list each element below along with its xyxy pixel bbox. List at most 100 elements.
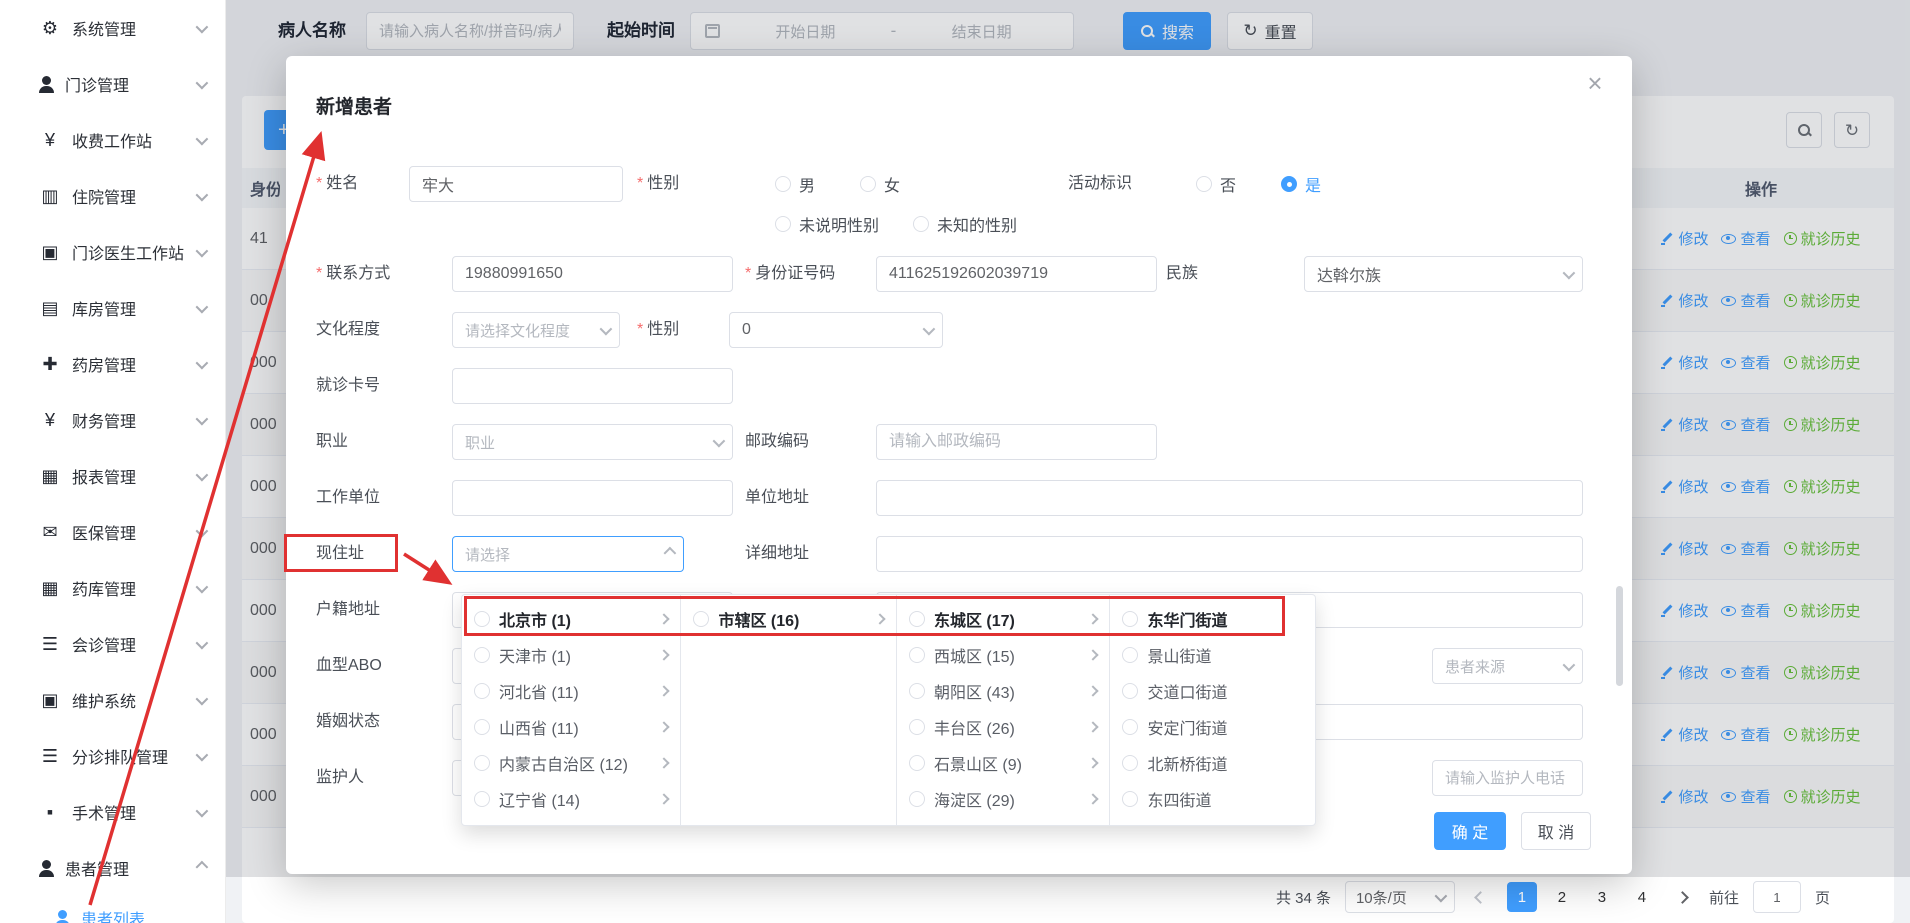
radio-icon[interactable]	[1122, 647, 1138, 663]
cascader-option[interactable]: 石景山区 (9)	[897, 745, 1110, 781]
page-button-2[interactable]: 2	[1547, 882, 1577, 912]
radio-icon[interactable]	[1122, 755, 1138, 771]
chevron-down-icon	[923, 322, 936, 335]
detail-address-input[interactable]	[876, 536, 1583, 572]
radio-icon[interactable]	[909, 719, 925, 735]
modal-scrollbar[interactable]	[1616, 586, 1623, 686]
sidebar-item-1[interactable]: ⚙ 系统管理	[0, 0, 225, 56]
confirm-button[interactable]: 确 定	[1434, 812, 1506, 850]
contact-input[interactable]	[452, 256, 733, 292]
sidebar-item-8[interactable]: ¥ 财务管理	[0, 392, 225, 448]
sidebar-item-5[interactable]: ▣ 门诊医生工作站	[0, 224, 225, 280]
cascader-option[interactable]: 辽宁省 (14)	[462, 781, 680, 817]
sidebar-item-4[interactable]: ▥ 住院管理	[0, 168, 225, 224]
cascader-option[interactable]: 山西省 (11)	[462, 709, 680, 745]
cascader-option[interactable]: 西城区 (15)	[897, 637, 1110, 673]
prev-page-button[interactable]	[1469, 893, 1493, 902]
cascader-option[interactable]: 河北省 (11)	[462, 673, 680, 709]
page-size-select[interactable]: 10条/页	[1345, 881, 1455, 913]
radio-icon	[1281, 176, 1297, 192]
required-asterisk: *	[316, 265, 322, 282]
radio-icon[interactable]	[909, 647, 925, 663]
cascader-option[interactable]: 内蒙古自治区 (12)	[462, 745, 680, 781]
cascader-option[interactable]: 市辖区 (16)	[681, 601, 896, 637]
radio-icon[interactable]	[474, 755, 490, 771]
postcode-input[interactable]	[876, 424, 1157, 460]
sidebar-item-16[interactable]: 患者管理	[0, 840, 225, 896]
radio-icon	[775, 176, 791, 192]
cascader-option[interactable]: 北新桥街道	[1110, 745, 1315, 781]
cancel-button[interactable]: 取 消	[1521, 812, 1591, 850]
chevron-right-icon	[874, 613, 885, 624]
work-unit-input[interactable]	[452, 480, 733, 516]
radio-female[interactable]: 女	[860, 166, 900, 202]
cascader-option[interactable]: 交道口街道	[1110, 673, 1315, 709]
radio-icon[interactable]	[1122, 719, 1138, 735]
radio-icon[interactable]	[1122, 611, 1138, 627]
cascader-option[interactable]: 东城区 (17)	[897, 601, 1110, 637]
page-button-1[interactable]: 1	[1507, 882, 1537, 912]
radio-icon[interactable]	[474, 683, 490, 699]
cascader-option[interactable]: 安定门街道	[1110, 709, 1315, 745]
unit-address-input[interactable]	[876, 480, 1583, 516]
sidebar-item-11[interactable]: ▦ 药库管理	[0, 560, 225, 616]
cascader-option[interactable]: 景山街道	[1110, 637, 1315, 673]
sidebar-item-13[interactable]: ▣ 维护系统	[0, 672, 225, 728]
sidebar-item-15[interactable]: ▪ 手术管理	[0, 784, 225, 840]
sidebar-item-3[interactable]: ¥ 收费工作站	[0, 112, 225, 168]
occupation-select[interactable]: 职业	[452, 424, 733, 460]
name-input[interactable]	[409, 166, 623, 202]
radio-icon[interactable]	[474, 611, 490, 627]
close-icon[interactable]	[1580, 68, 1610, 98]
current-address-cascader[interactable]: 请选择	[452, 536, 684, 572]
page-button-3[interactable]: 3	[1587, 882, 1617, 912]
sidebar-item-10[interactable]: ✉ 医保管理	[0, 504, 225, 560]
card-number-input[interactable]	[452, 368, 733, 404]
cascader-option[interactable]: 北京市 (1)	[462, 601, 680, 637]
patient-source-select[interactable]: 患者来源	[1432, 648, 1583, 684]
cascader-option[interactable]: 丰台区 (26)	[897, 709, 1110, 745]
radio-gender-unstated[interactable]: 未说明性别	[775, 206, 879, 242]
chevron-right-icon	[1088, 757, 1099, 768]
sidebar-item-6[interactable]: ▤ 库房管理	[0, 280, 225, 336]
monitor-icon: ▣	[38, 690, 62, 711]
radio-icon[interactable]	[1122, 791, 1138, 807]
sidebar-item-2[interactable]: 门诊管理	[0, 56, 225, 112]
chevron-right-icon	[1677, 891, 1690, 904]
next-page-button[interactable]	[1671, 893, 1695, 902]
cascader-option[interactable]: 朝阳区 (43)	[897, 673, 1110, 709]
radio-active-yes[interactable]: 是	[1281, 166, 1321, 202]
sidebar-item-7[interactable]: ✚ 药房管理	[0, 336, 225, 392]
radio-icon[interactable]	[909, 683, 925, 699]
cascader-option[interactable]: 东华门街道	[1110, 601, 1315, 637]
page-button-4[interactable]: 4	[1627, 882, 1657, 912]
education-select[interactable]: 请选择文化程度	[452, 312, 620, 348]
chevron-down-icon	[196, 804, 209, 817]
radio-icon[interactable]	[1122, 683, 1138, 699]
cascader-option[interactable]: 东四街道	[1110, 781, 1315, 817]
radio-icon[interactable]	[909, 611, 925, 627]
ethnicity-select[interactable]: 达斡尔族	[1304, 256, 1583, 292]
goto-page-input[interactable]	[1753, 881, 1801, 913]
radio-icon[interactable]	[474, 647, 490, 663]
sidebar-item-14[interactable]: ☰ 分诊排队管理	[0, 728, 225, 784]
cascader-option[interactable]: 天津市 (1)	[462, 637, 680, 673]
cascader-option[interactable]: 海淀区 (29)	[897, 781, 1110, 817]
radio-gender-unknown[interactable]: 未知的性别	[913, 206, 1017, 242]
id-number-input[interactable]	[876, 256, 1157, 292]
radio-icon[interactable]	[909, 791, 925, 807]
radio-active-no[interactable]: 否	[1196, 166, 1236, 202]
pagination-bar: 共 34 条 10条/页 1234 前往 页	[1276, 879, 1830, 915]
radio-icon[interactable]	[693, 611, 709, 627]
gender2-select[interactable]: 0	[729, 312, 943, 348]
radio-icon[interactable]	[909, 755, 925, 771]
chart-icon: ▥	[38, 186, 62, 207]
radio-icon[interactable]	[474, 719, 490, 735]
cascader-column-4: 东华门街道 景山街道 交道口街道 安定门街道 北新桥街道 东四街道	[1110, 595, 1315, 825]
sidebar-item-12[interactable]: ☰ 会诊管理	[0, 616, 225, 672]
sidebar-item-9[interactable]: ▦ 报表管理	[0, 448, 225, 504]
sidebar-item-patient-list[interactable]: 患者列表	[0, 896, 225, 923]
guardian-phone-input[interactable]	[1432, 760, 1583, 796]
radio-male[interactable]: 男	[775, 166, 815, 202]
radio-icon[interactable]	[474, 791, 490, 807]
